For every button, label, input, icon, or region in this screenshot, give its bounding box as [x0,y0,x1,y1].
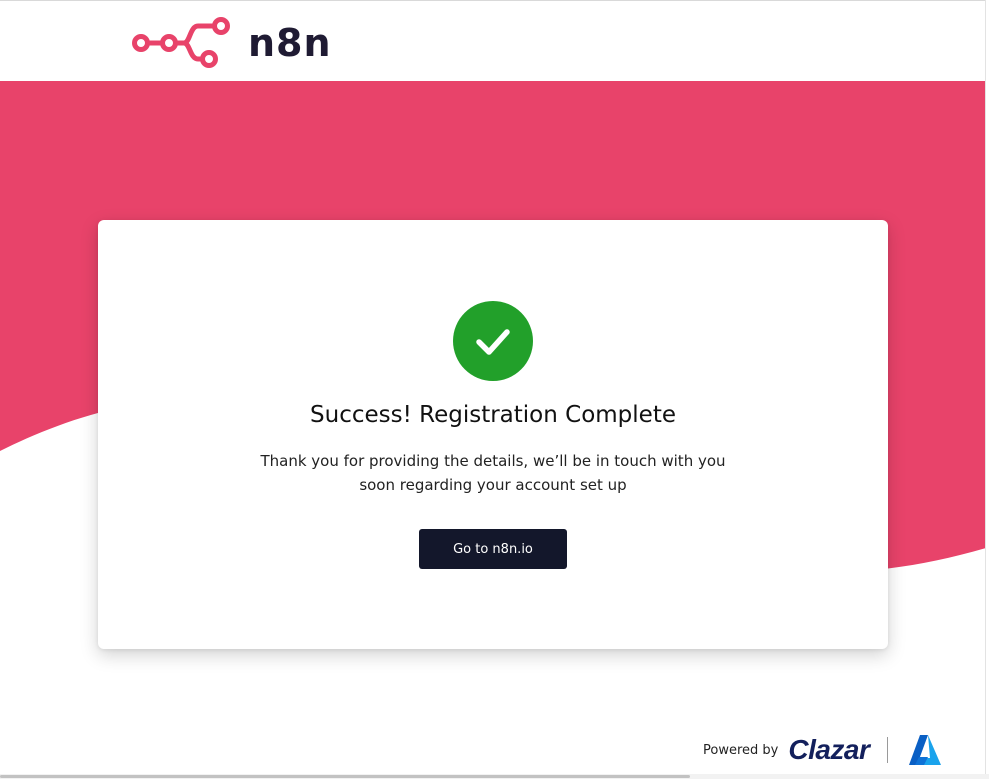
footer-divider [887,737,889,763]
header: n8n [0,1,986,81]
n8n-logo-icon [132,17,230,68]
registration-success-page: n8n Success! Registration Complete Thank… [0,0,989,779]
go-to-n8n-button[interactable]: Go to n8n.io [419,529,567,569]
footer-powered-by: Powered by Clazar [703,733,942,767]
window-edge [985,0,989,779]
success-card: Success! Registration Complete Thank you… [98,220,888,649]
azure-icon [908,733,942,767]
powered-by-label: Powered by [703,742,779,758]
success-title: Success! Registration Complete [310,402,676,428]
success-message: Thank you for providing the details, we’… [260,452,726,494]
logo-wordmark: n8n [248,21,332,65]
clazar-logo[interactable]: Clazar [788,736,870,764]
success-check-badge [453,301,533,381]
check-icon [476,329,510,355]
n8n-logo[interactable]: n8n [132,15,332,71]
horizontal-scrollbar-thumb[interactable] [0,775,690,778]
